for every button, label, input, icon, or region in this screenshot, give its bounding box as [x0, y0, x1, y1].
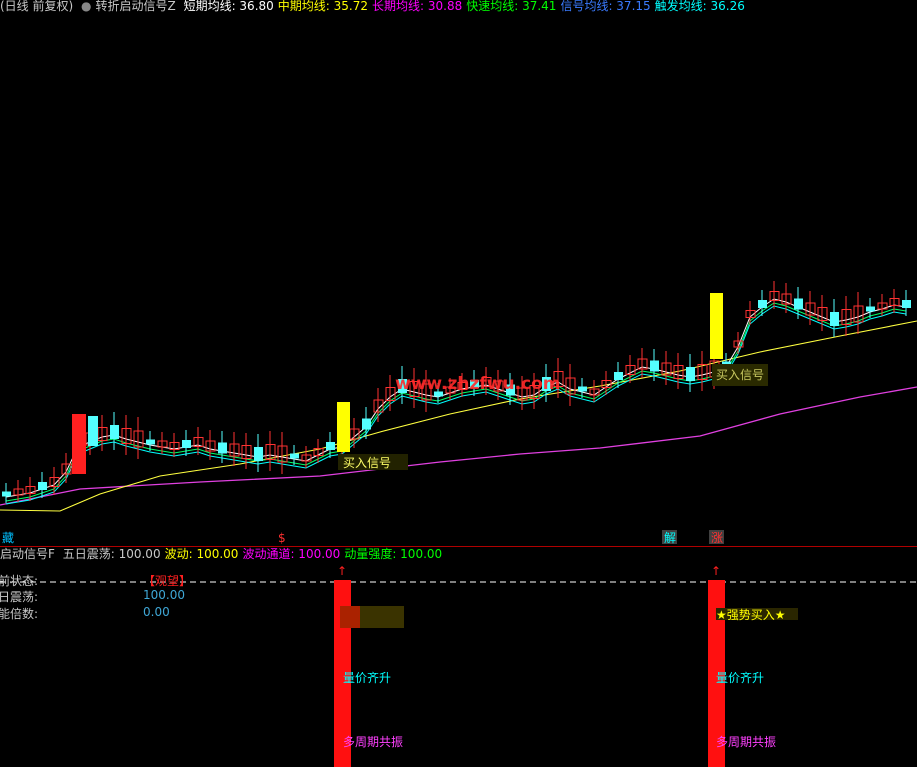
sub-header-item-3: 动量强度: 100.00 [344, 547, 443, 561]
sub-header-item-2: 波动通道: 100.00 [242, 547, 341, 561]
candle-body [650, 360, 659, 372]
candle-body [866, 306, 875, 312]
mid-term-ma-line [0, 320, 917, 512]
trigger-ma-line [5, 305, 907, 505]
candle-body [218, 442, 227, 454]
candle-body [686, 367, 695, 381]
multi-period-text-2: 多周期共振 [716, 735, 777, 749]
sub-indicator-chart[interactable]: ↑ ↑ [0, 562, 917, 767]
candle-body [362, 418, 371, 430]
watermark: www.zhzfwu.com [395, 374, 561, 394]
bull-signal-bar [72, 414, 86, 474]
indicator-toggle-icon[interactable]: ● [81, 0, 91, 13]
candle-body [110, 425, 119, 439]
multi-period-text-1: 多周期共振 [343, 735, 404, 749]
candle-body [902, 300, 911, 308]
svg-text:↑: ↑ [337, 564, 347, 578]
bottom-marker-2: 解 [664, 531, 676, 545]
buy-signal-bar-2 [710, 293, 723, 359]
candle-body [88, 416, 98, 446]
candle-body [794, 298, 803, 310]
buy-signal-label-1: 买入信号 [343, 456, 391, 470]
candle-body [758, 300, 767, 308]
candle-body [254, 447, 263, 461]
candle-body [326, 442, 335, 450]
volume-price-text-1: 量价齐升 [343, 671, 392, 685]
bottom-marker-0: 藏 [2, 531, 14, 545]
candle-body [290, 453, 299, 459]
header-item-3: 快速均线: 37.41 [466, 0, 557, 13]
header-item-1: 中期均线: 35.72 [277, 0, 368, 13]
strong-buy-text: ★强势买入★ [716, 608, 786, 622]
indicator-name[interactable]: 转折启动信号Z [96, 0, 176, 13]
status-label: 前状态: [0, 574, 39, 588]
candle-body [146, 439, 155, 445]
candle-body [578, 386, 587, 392]
multiple-label: 能倍数: [0, 607, 39, 621]
header-item-0: 短期均线: 36.80 [183, 0, 274, 13]
fast-ma-line [5, 302, 907, 502]
volume-price-text-2: 量价齐升 [716, 671, 765, 685]
period-label: (日线 前复权) [0, 0, 74, 13]
bottom-marker-3: 涨 [711, 530, 723, 545]
header-item-2: 长期均线: 30.88 [372, 0, 463, 13]
status-value: 【观望】 [143, 574, 192, 588]
sub-indicator-name[interactable]: 启动信号F [0, 547, 55, 561]
header-item-5: 触发均线: 36.26 [654, 0, 745, 13]
buy-signal-bar-1 [337, 402, 350, 452]
svg-text:↑: ↑ [711, 564, 721, 578]
chart-header: (日线 前复权) ● 转折启动信号Z 短期均线: 36.80 中期均线: 35.72… [0, 0, 753, 14]
bottom-marker-1: $ [278, 531, 286, 545]
main-candlestick-chart[interactable]: www.zhzfwu.com 买入信号 买入信号 藏 $ 解 涨 [0, 14, 917, 546]
buy-signal-label-2: 买入信号 [716, 368, 764, 382]
candle-body [830, 312, 839, 326]
header-item-4: 信号均线: 37.15 [560, 0, 651, 13]
oscillation-label: 日震荡: [0, 590, 39, 604]
oscillation-value: 100.00 [143, 588, 185, 602]
multiple-value: 0.00 [143, 605, 170, 619]
sub-header-item-0: 五日震荡: 100.00 [62, 547, 161, 561]
sub-header-item-1: 波动: 100.00 [164, 547, 239, 561]
candle-body [38, 482, 47, 490]
candle-body [2, 491, 11, 497]
candle-body [182, 440, 191, 448]
candle-body [614, 372, 623, 380]
sub-indicator-header: 启动信号F 五日震荡: 100.00 波动: 100.00 波动通道: 100.00… [0, 547, 450, 562]
